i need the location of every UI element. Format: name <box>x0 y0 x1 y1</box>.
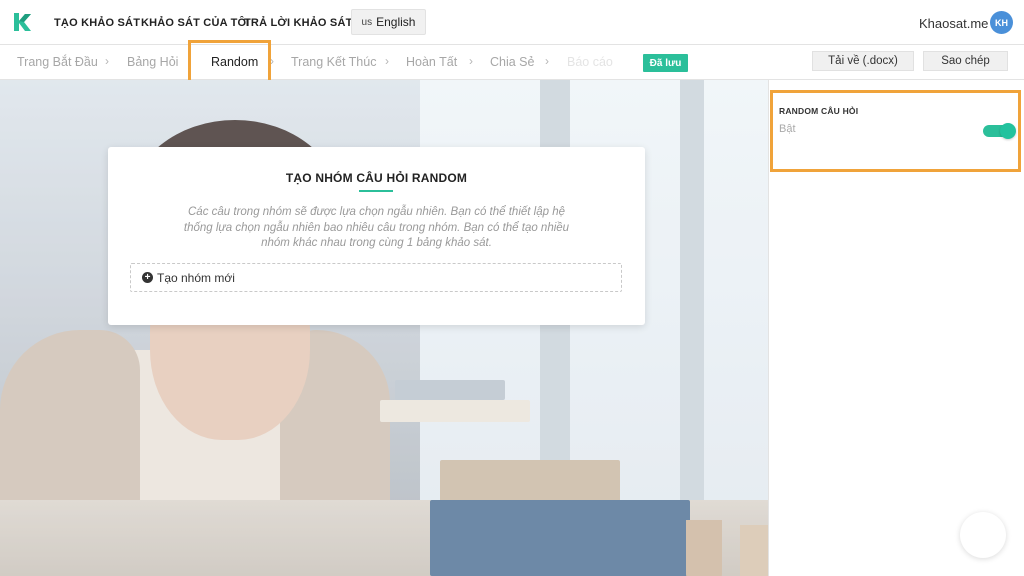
nav-create-survey[interactable]: TẠO KHẢO SÁT <box>54 17 140 29</box>
title-underline <box>359 190 393 192</box>
step-start-page[interactable]: Trang Bắt Đầu <box>17 55 98 69</box>
download-docx-button[interactable]: Tải về (.docx) <box>812 51 914 71</box>
chat-widget-button[interactable] <box>960 512 1006 558</box>
random-state-text: Bật <box>779 123 796 135</box>
create-new-group-button[interactable]: + Tạo nhóm mới <box>130 263 622 292</box>
card-title: TẠO NHÓM CÂU HỎI RANDOM <box>285 171 468 185</box>
step-questionnaire[interactable]: Bảng Hỏi <box>127 55 178 69</box>
step-complete[interactable]: Hoàn Tất <box>406 55 457 69</box>
random-questions-label: RANDOM CÂU HỎI <box>779 106 859 116</box>
us-flag-icon: us <box>361 16 373 28</box>
chevron-right-icon: › <box>385 54 389 68</box>
copy-button[interactable]: Sao chép <box>923 51 1008 71</box>
top-navbar: TẠO KHẢO SÁT KHẢO SÁT CỦA TÔI TRẢ LỜI KH… <box>0 0 1024 45</box>
chevron-right-icon: › <box>105 54 109 68</box>
nav-answer-survey[interactable]: TRẢ LỜI KHẢO SÁT <box>244 17 353 29</box>
language-selector[interactable]: us English <box>351 9 426 35</box>
chevron-right-icon: › <box>545 54 549 68</box>
random-group-card: TẠO NHÓM CÂU HỎI RANDOM Các câu trong nh… <box>108 147 645 325</box>
create-new-group-label: Tạo nhóm mới <box>157 270 235 285</box>
step-report: Báo cáo <box>567 55 613 69</box>
random-toggle[interactable] <box>983 123 1016 139</box>
step-share[interactable]: Chia Sẻ <box>490 55 534 69</box>
khaosat-logo[interactable] <box>11 11 33 33</box>
chevron-right-icon: › <box>469 54 473 68</box>
avatar[interactable]: KH <box>990 11 1013 34</box>
toggle-knob <box>1000 123 1016 139</box>
step-end-page[interactable]: Trang Kết Thúc <box>291 55 376 69</box>
plus-circle-icon: + <box>142 272 153 283</box>
card-description: Các câu trong nhóm sẽ được lựa chọn ngẫu… <box>183 206 570 249</box>
saved-badge: Đã lưu <box>643 54 688 72</box>
user-name[interactable]: Khaosat.me <box>919 16 988 31</box>
language-label: English <box>376 15 416 29</box>
nav-my-surveys[interactable]: KHẢO SÁT CỦA TÔI <box>141 17 250 29</box>
